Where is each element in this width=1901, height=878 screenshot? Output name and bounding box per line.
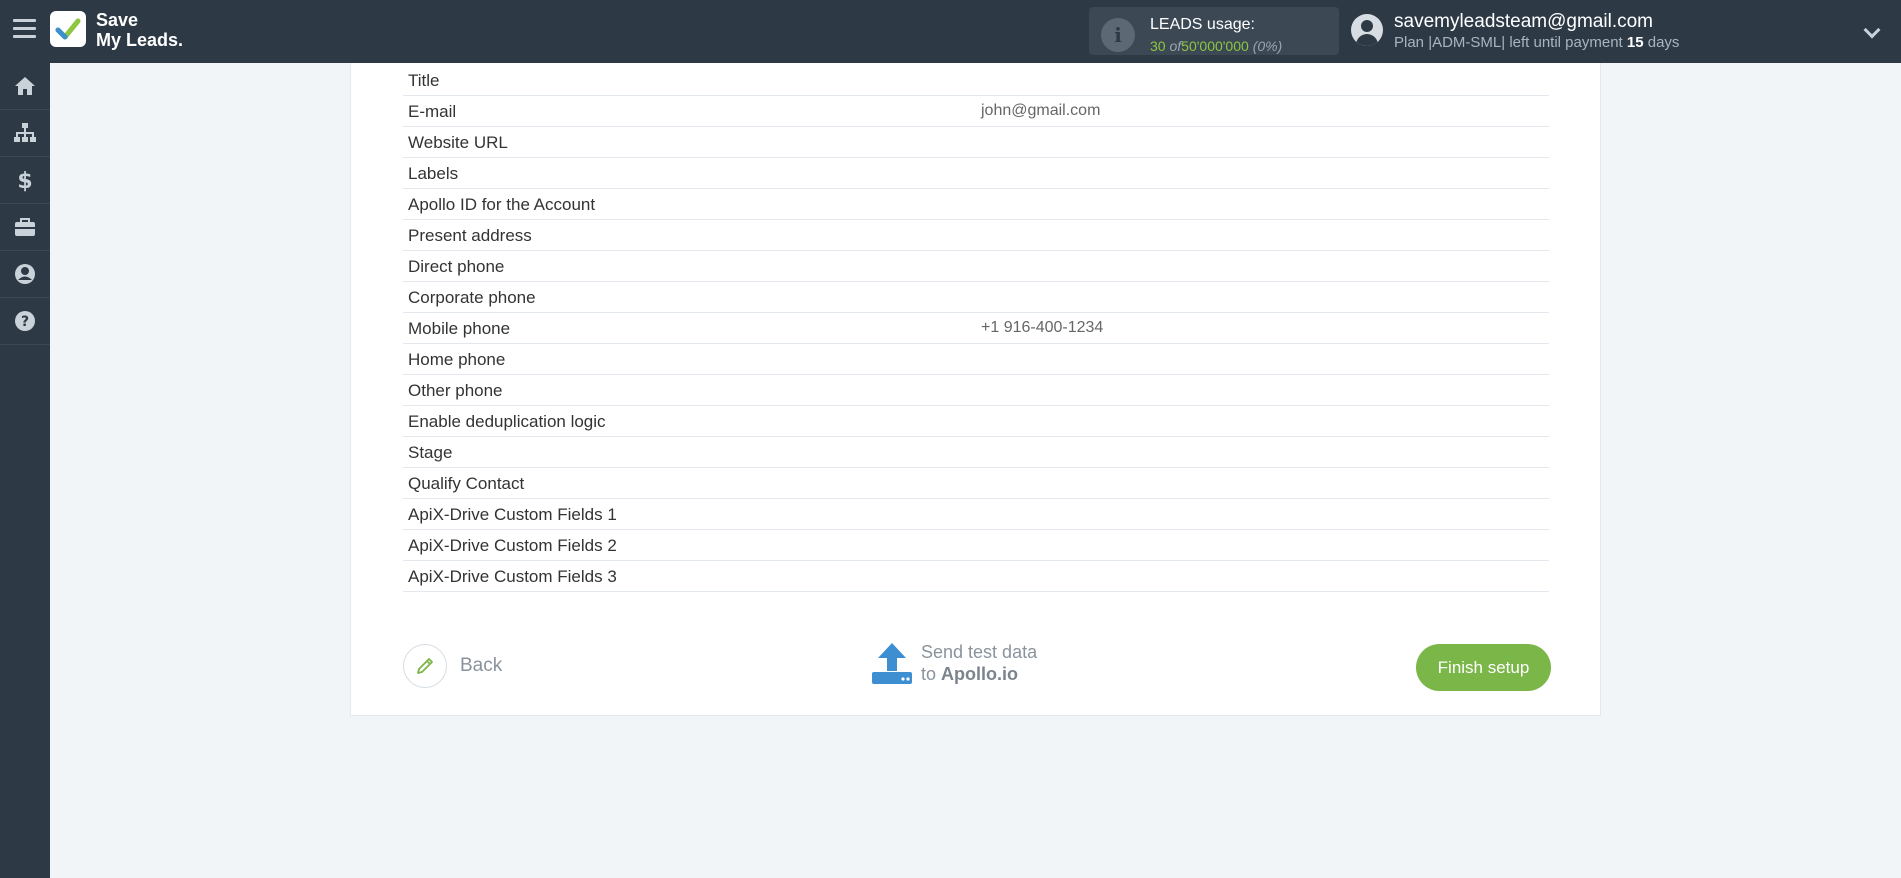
usage-title: LEADS usage: bbox=[1150, 16, 1255, 33]
leads-usage-box: i LEADS usage: 30 of50'000'000 (0%) bbox=[1089, 7, 1339, 55]
send-to: to bbox=[921, 664, 937, 684]
dollar-icon: $ bbox=[17, 169, 32, 192]
logo-line2: My Leads. bbox=[96, 30, 184, 50]
field-row: Stage bbox=[403, 437, 1549, 468]
field-label: Title bbox=[408, 71, 440, 90]
back-circle bbox=[403, 644, 447, 688]
logo-icon bbox=[50, 11, 86, 47]
send-line1: Send test data bbox=[921, 642, 1038, 662]
field-label: E-mail bbox=[408, 102, 457, 121]
field-label: Labels bbox=[408, 164, 459, 183]
info-icon[interactable]: i bbox=[1101, 18, 1135, 52]
field-label: Apollo ID for the Account bbox=[408, 195, 596, 214]
plan-info: Plan |ADM-SML| left until payment 15 day… bbox=[1394, 34, 1679, 51]
field-label: Other phone bbox=[408, 381, 503, 400]
field-row: Labels bbox=[403, 158, 1549, 189]
field-value: +1 916-400-1234 bbox=[981, 319, 1104, 336]
field-row: Mobile phone +1 916-400-1234 bbox=[403, 313, 1549, 344]
field-row: ApiX-Drive Custom Fields 1 bbox=[403, 499, 1549, 530]
usage-total: 50'000'000 bbox=[1181, 38, 1249, 54]
pencil-icon bbox=[417, 658, 433, 674]
sidebar-item-help[interactable]: ? bbox=[0, 298, 50, 345]
field-value: john@gmail.com bbox=[981, 102, 1101, 119]
field-label: Mobile phone bbox=[408, 319, 511, 338]
back-button[interactable]: Back bbox=[403, 644, 502, 688]
avatar[interactable] bbox=[1351, 14, 1383, 46]
upload-icon bbox=[872, 643, 912, 684]
field-row: E-mail john@gmail.com bbox=[403, 96, 1549, 127]
plan-days: 15 bbox=[1626, 34, 1644, 51]
finish-setup-button[interactable]: Finish setup bbox=[1416, 644, 1551, 691]
send-target: Apollo.io bbox=[941, 664, 1019, 684]
plan-prefix: Plan |ADM-SML| left until payment bbox=[1394, 34, 1623, 51]
svg-text:$: $ bbox=[17, 169, 32, 192]
sidebar-item-billing[interactable]: $ bbox=[0, 157, 50, 204]
logo-text[interactable]: Save My Leads. bbox=[96, 10, 183, 50]
field-row: Qualify Contact bbox=[403, 468, 1549, 499]
usage-used: 30 bbox=[1150, 38, 1166, 54]
logo-line1: Save bbox=[96, 10, 139, 30]
field-list: Title E-mail john@gmail.com Website URL Labe… bbox=[403, 65, 1549, 592]
field-row: Corporate phone bbox=[403, 282, 1549, 313]
field-row: Other phone bbox=[403, 375, 1549, 406]
usage-of: of bbox=[1169, 38, 1182, 54]
plan-suffix: days bbox=[1647, 34, 1680, 51]
usage-value: 30 of50'000'000 (0%) bbox=[1150, 38, 1282, 54]
account-email[interactable]: savemyleadsteam@gmail.com bbox=[1394, 11, 1653, 33]
field-label: ApiX-Drive Custom Fields 2 bbox=[408, 536, 617, 555]
field-label: Corporate phone bbox=[408, 288, 536, 307]
field-label: Enable deduplication logic bbox=[408, 412, 606, 431]
home-icon bbox=[15, 77, 35, 95]
menu-icon[interactable] bbox=[13, 19, 36, 41]
field-row: Website URL bbox=[403, 127, 1549, 158]
field-label: ApiX-Drive Custom Fields 3 bbox=[408, 567, 617, 586]
sidebar: $ ? bbox=[0, 63, 50, 878]
field-row: ApiX-Drive Custom Fields 3 bbox=[403, 561, 1549, 592]
field-row: ApiX-Drive Custom Fields 2 bbox=[403, 530, 1549, 561]
sidebar-item-services[interactable] bbox=[0, 204, 50, 251]
sidebar-item-account[interactable] bbox=[0, 251, 50, 298]
back-label: Back bbox=[460, 655, 503, 676]
svg-text:?: ? bbox=[21, 314, 29, 330]
field-row: Home phone bbox=[403, 344, 1549, 375]
field-row: Title bbox=[403, 65, 1549, 96]
user-icon bbox=[15, 264, 35, 284]
send-line2: to Apollo.io bbox=[921, 663, 1037, 685]
chevron-down-icon[interactable] bbox=[1863, 21, 1881, 39]
send-test-text: Send test data to Apollo.io bbox=[921, 641, 1037, 685]
field-label: Present address bbox=[408, 226, 532, 245]
help-icon: ? bbox=[15, 311, 35, 331]
send-test-data-button[interactable]: Send test data to Apollo.io bbox=[871, 641, 1037, 685]
sidebar-item-connections[interactable] bbox=[0, 110, 50, 157]
field-row: Present address bbox=[403, 220, 1549, 251]
field-row: Apollo ID for the Account bbox=[403, 189, 1549, 220]
field-row: Enable deduplication logic bbox=[403, 406, 1549, 437]
field-label: Website URL bbox=[408, 133, 508, 152]
sitemap-icon bbox=[14, 123, 36, 142]
field-label: Direct phone bbox=[408, 257, 505, 276]
usage-percent: (0%) bbox=[1252, 38, 1283, 54]
top-bar: Save My Leads. i LEADS usage: 30 of50'00… bbox=[0, 0, 1901, 63]
field-label: Home phone bbox=[408, 350, 506, 369]
field-label: ApiX-Drive Custom Fields 1 bbox=[408, 505, 617, 524]
field-label: Qualify Contact bbox=[408, 474, 525, 493]
briefcase-icon bbox=[15, 218, 35, 236]
setup-card: Title E-mail john@gmail.com Website URL Labe… bbox=[350, 63, 1601, 716]
sidebar-item-home[interactable] bbox=[0, 63, 50, 110]
field-label: Stage bbox=[408, 443, 453, 462]
field-row: Direct phone bbox=[403, 251, 1549, 282]
